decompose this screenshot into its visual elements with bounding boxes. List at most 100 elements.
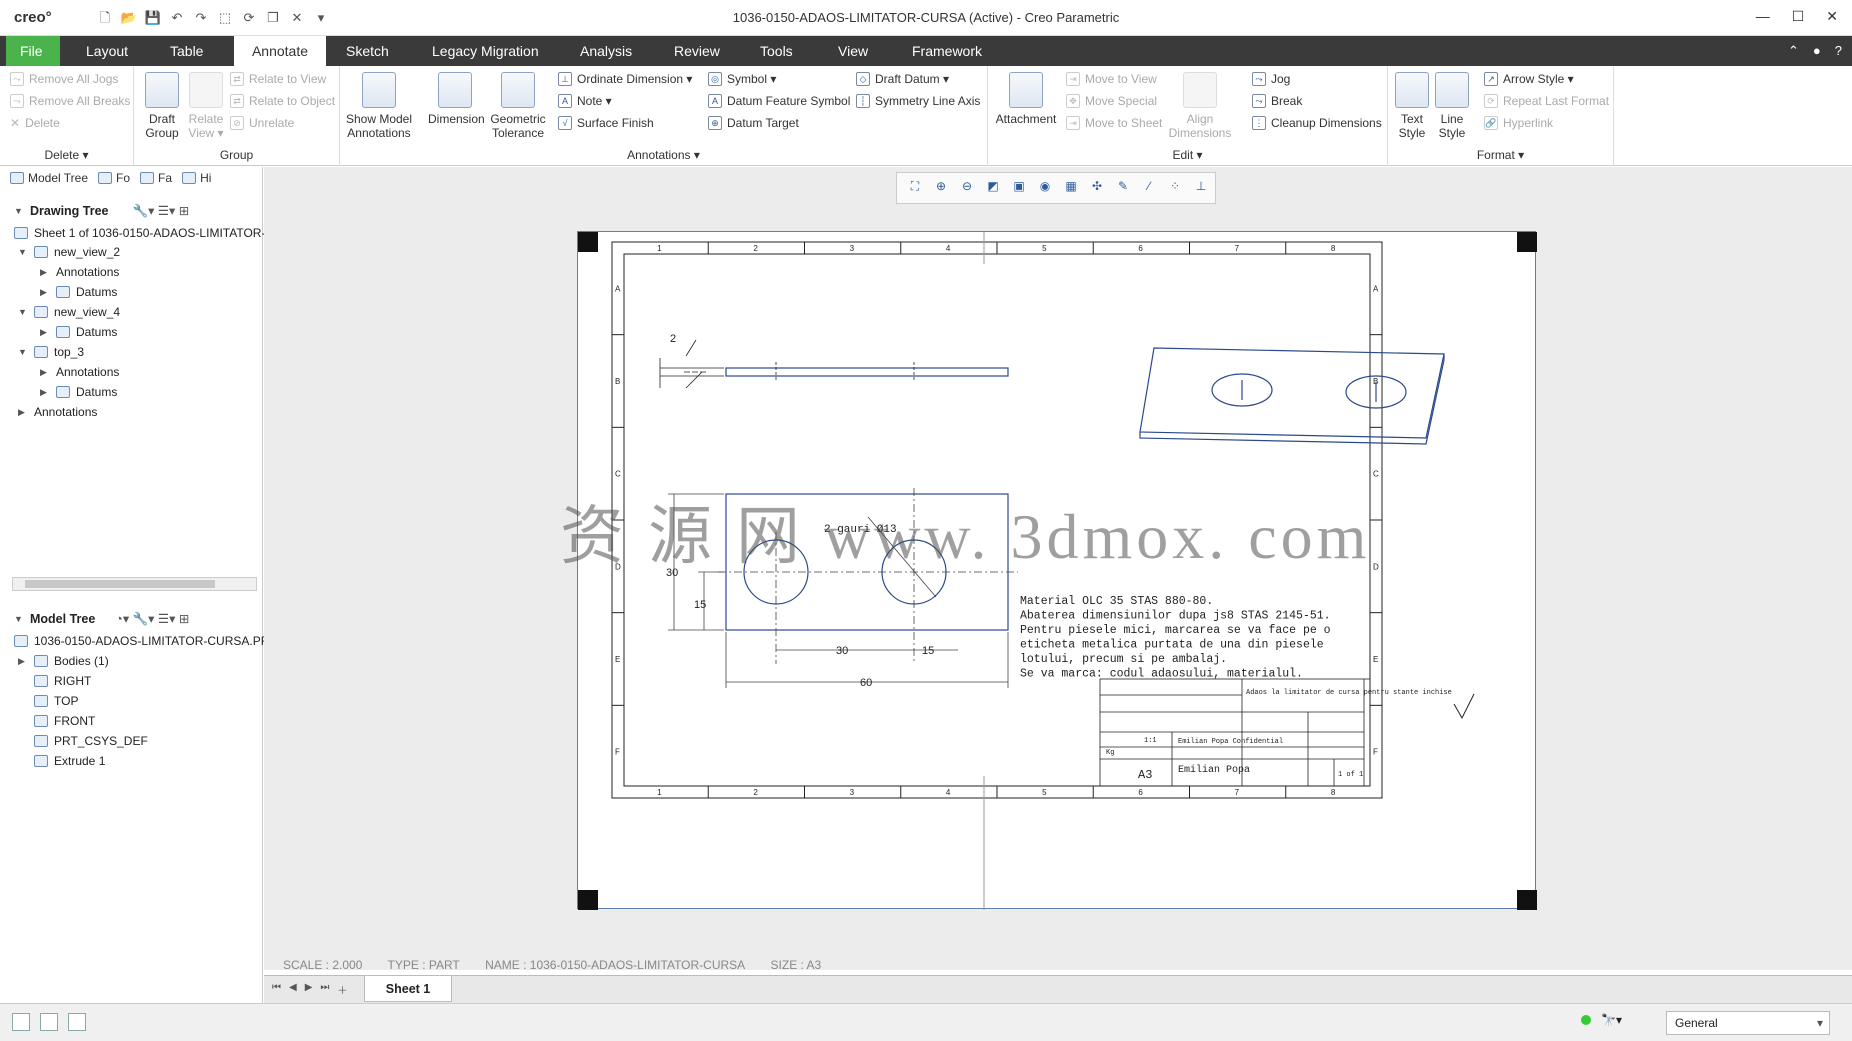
delete-button[interactable]: ✕ Delete xyxy=(10,116,60,130)
tab-table[interactable]: Table xyxy=(156,36,217,66)
tab-favorites[interactable]: Fa xyxy=(140,171,172,185)
last-sheet-icon[interactable]: ⏭ xyxy=(320,982,329,997)
annotation-display-icon[interactable]: ✎ xyxy=(1113,179,1133,197)
annotations-group-label[interactable]: Annotations ▾ xyxy=(340,148,987,162)
tab-file[interactable]: File xyxy=(6,36,60,66)
tab-annotate[interactable]: Annotate xyxy=(234,36,326,66)
drawing-tree-header[interactable]: ▼ Drawing Tree 🔧▾ ☰▾ ⊞ xyxy=(14,203,189,219)
datum-display-icon[interactable]: ✣ xyxy=(1087,179,1107,197)
jog-button[interactable]: ⤳ Jog xyxy=(1252,72,1290,86)
repaint-icon[interactable]: ◩ xyxy=(983,179,1003,197)
display-style-icon[interactable]: ▣ xyxy=(1009,179,1029,197)
move-to-view-button[interactable]: ⇥ Move to View xyxy=(1066,72,1157,86)
refit-icon[interactable]: ⛶ xyxy=(905,179,925,197)
hyperlink-button[interactable]: 🔗 Hyperlink xyxy=(1484,116,1553,130)
ordinate-dimension-button[interactable]: ⊥ Ordinate Dimension ▾ xyxy=(558,72,692,86)
view-manager-icon[interactable]: ▦ xyxy=(1061,179,1081,197)
tab-tools[interactable]: Tools xyxy=(746,36,807,66)
geometric-tolerance-button[interactable]: Geometric Tolerance xyxy=(488,66,548,140)
format-group-label[interactable]: Format ▾ xyxy=(1388,148,1613,162)
tree-node-view[interactable]: ▼ new_view_4 xyxy=(18,305,120,319)
tab-framework[interactable]: Framework xyxy=(898,36,996,66)
break-button[interactable]: ⤳ Break xyxy=(1252,94,1302,108)
tree-node-part[interactable]: 1036-0150-ADAOS-LIMITATOR-CURSA.PRT xyxy=(14,634,277,648)
prev-sheet-icon[interactable]: ◀ xyxy=(289,982,297,997)
tab-history[interactable]: Hi xyxy=(182,171,211,185)
tree-node-csys[interactable]: PRT_CSYS_DEF xyxy=(34,734,148,748)
zoom-in-icon[interactable]: ⊕ xyxy=(931,179,951,197)
remove-all-jogs-button[interactable]: ⤳ Remove All Jogs xyxy=(10,72,118,86)
surface-finish-button[interactable]: √ Surface Finish xyxy=(558,116,654,130)
line-style-button[interactable]: Line Style xyxy=(1432,66,1472,140)
model-tree-header[interactable]: ▼ Model Tree ◔▾ 🔧▾ ☰▾ ⊞ xyxy=(14,611,189,627)
maximize-icon[interactable]: ☐ xyxy=(1792,8,1805,25)
tree-node-annotations[interactable]: ▶ Annotations xyxy=(18,405,97,419)
dim-15-horizontal[interactable]: 15 xyxy=(922,645,934,657)
tree-node-bodies[interactable]: ▶ Bodies (1) xyxy=(18,654,109,668)
minimize-icon[interactable]: — xyxy=(1756,8,1770,25)
tree-node-annotations[interactable]: ▶ Annotations xyxy=(40,365,119,379)
tab-legacy-migration[interactable]: Legacy Migration xyxy=(418,36,553,66)
tab-view[interactable]: View xyxy=(824,36,882,66)
fullscreen-icon[interactable] xyxy=(68,1013,86,1031)
shaded-icon[interactable]: ◉ xyxy=(1035,179,1055,197)
unrelate-button[interactable]: ⊘ Unrelate xyxy=(230,116,294,130)
cleanup-dimensions-button[interactable]: ⋮ Cleanup Dimensions xyxy=(1252,116,1382,130)
datum-feature-symbol-button[interactable]: A Datum Feature Symbol xyxy=(708,94,850,108)
next-sheet-icon[interactable]: ▶ xyxy=(305,982,313,997)
edit-group-label[interactable]: Edit ▾ xyxy=(988,148,1387,162)
tree-node-plane[interactable]: TOP xyxy=(34,694,78,708)
csys-display-icon[interactable]: ⊥ xyxy=(1191,179,1211,197)
tab-sketch[interactable]: Sketch xyxy=(332,36,403,66)
first-sheet-icon[interactable]: ⏮ xyxy=(272,982,281,997)
repeat-last-format-button[interactable]: ⟳ Repeat Last Format xyxy=(1484,94,1609,108)
draft-group-button[interactable]: Draft Group xyxy=(142,66,182,140)
general-notes[interactable]: Material OLC 35 STAS 880-80. Abaterea dim… xyxy=(1020,595,1331,681)
symbol-button[interactable]: ◎ Symbol ▾ xyxy=(708,72,776,86)
user-icon[interactable]: ● xyxy=(1813,43,1821,59)
dim-30-horizontal[interactable]: 30 xyxy=(836,645,848,657)
tab-review[interactable]: Review xyxy=(660,36,734,66)
tree-node-extrude[interactable]: Extrude 1 xyxy=(34,754,105,768)
close-icon[interactable]: ✕ xyxy=(1826,8,1838,25)
note-button[interactable]: A Note ▾ xyxy=(558,94,612,108)
relate-to-object-button[interactable]: ⇄ Relate to Object xyxy=(230,94,335,108)
tree-node-view[interactable]: ▼ new_view_2 xyxy=(18,245,120,259)
point-display-icon[interactable]: ⁘ xyxy=(1165,179,1185,197)
dimension-button[interactable]: Dimension xyxy=(428,66,485,126)
tab-layout[interactable]: Layout xyxy=(72,36,142,66)
browser-toggle-icon[interactable] xyxy=(40,1013,58,1031)
tree-node-datums[interactable]: ▶ Datums xyxy=(40,325,117,339)
tree-settings-icon[interactable]: 🔧▾ ☰▾ ⊞ xyxy=(133,203,190,219)
tab-analysis[interactable]: Analysis xyxy=(566,36,646,66)
move-special-button[interactable]: ✥ Move Special xyxy=(1066,94,1157,108)
help-icon[interactable]: ? xyxy=(1835,43,1842,59)
regen-status-icon[interactable] xyxy=(1581,1015,1592,1025)
attachment-button[interactable]: Attachment xyxy=(994,66,1058,126)
dim-thickness[interactable]: 2 xyxy=(670,333,676,345)
model-tree-settings-icon[interactable]: ◔▾ 🔧▾ ☰▾ ⊞ xyxy=(115,611,189,627)
tree-node-datums[interactable]: ▶ Datums xyxy=(40,385,117,399)
axis-display-icon[interactable]: ⁄ xyxy=(1139,179,1159,197)
dim-15-vertical[interactable]: 15 xyxy=(694,599,706,611)
arrow-style-button[interactable]: ↗ Arrow Style ▾ xyxy=(1484,72,1574,86)
draft-datum-button[interactable]: ◇ Draft Datum ▾ xyxy=(856,72,949,86)
show-model-annotations-button[interactable]: Show Model Annotations xyxy=(344,66,414,140)
tree-node-view[interactable]: ▼ top_3 xyxy=(18,345,84,359)
selection-filter[interactable]: General xyxy=(1666,1011,1830,1035)
move-to-sheet-button[interactable]: ⇥ Move to Sheet xyxy=(1066,116,1162,130)
add-sheet-icon[interactable]: ＋ xyxy=(337,982,347,997)
drawing-tree-scrollbar[interactable] xyxy=(12,577,257,591)
navigator-toggle-icon[interactable] xyxy=(12,1013,30,1031)
sheet-tab[interactable]: Sheet 1 xyxy=(364,976,452,1002)
tree-node-datums[interactable]: ▶ Datums xyxy=(40,285,117,299)
tab-folder-browser[interactable]: Fo xyxy=(98,171,130,185)
tree-node-sheet[interactable]: Sheet 1 of 1036-0150-ADAOS-LIMITATOR-CU xyxy=(14,226,283,240)
relate-to-view-button[interactable]: ⇄ Relate to View xyxy=(230,72,326,86)
delete-group-label[interactable]: Delete ▾ xyxy=(0,148,133,162)
align-dimensions-button[interactable]: Align Dimensions xyxy=(1168,66,1232,140)
tree-node-plane[interactable]: RIGHT xyxy=(34,674,91,688)
relate-view-button[interactable]: Relate View ▾ xyxy=(184,66,228,140)
tree-node-plane[interactable]: FRONT xyxy=(34,714,95,728)
find-icon[interactable]: 🔭▾ xyxy=(1601,1013,1622,1027)
